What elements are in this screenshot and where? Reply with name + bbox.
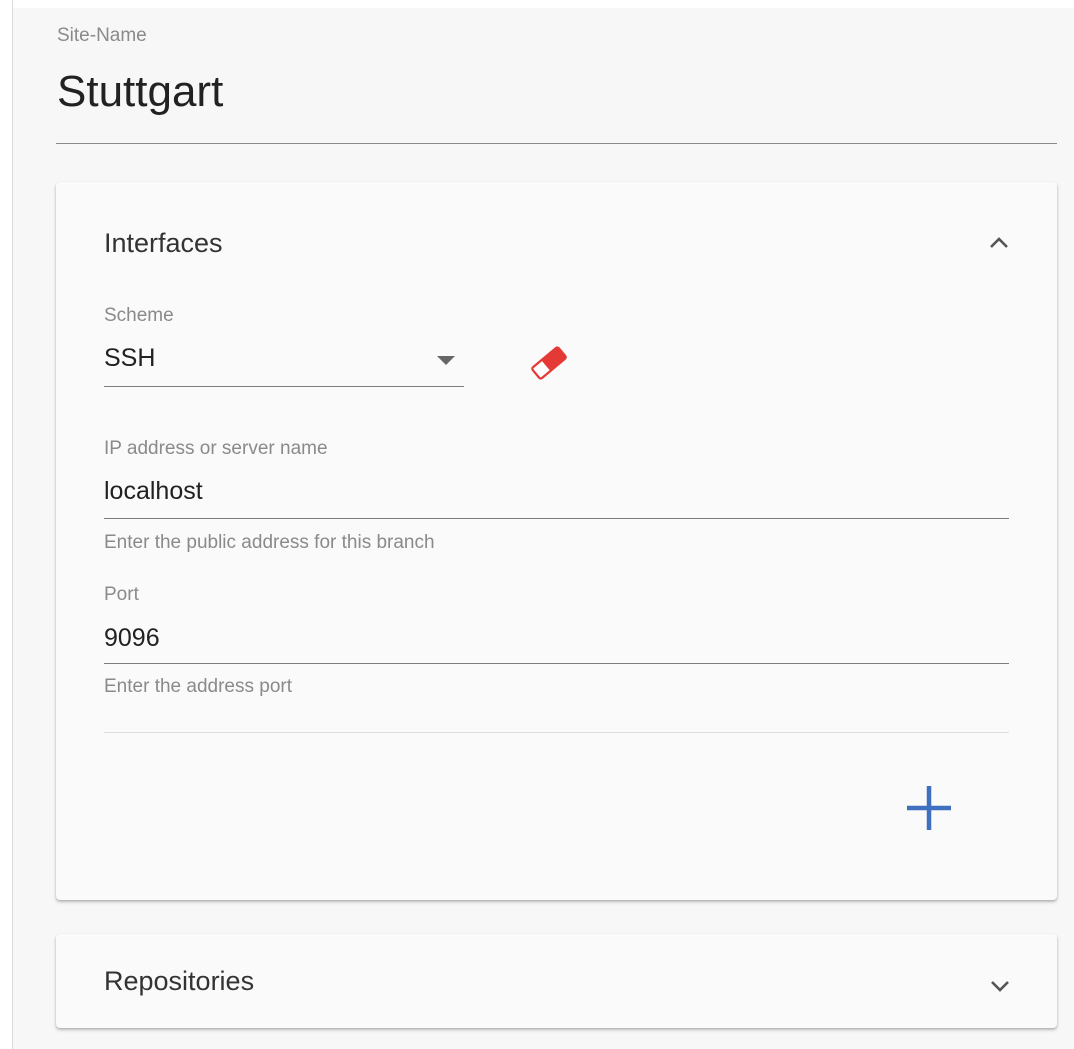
scheme-label: Scheme	[104, 305, 174, 326]
port-input[interactable]	[104, 622, 1009, 654]
scheme-selected-value: SSH	[104, 344, 156, 372]
port-label: Port	[104, 584, 139, 605]
site-name-label: Site-Name	[57, 25, 147, 46]
site-name-underline	[56, 143, 1057, 144]
site-editor-page: Site-Name Interfaces Scheme SSH	[0, 0, 1074, 1049]
repositories-panel-title[interactable]: Repositories	[104, 966, 254, 996]
clear-interface-button[interactable]	[524, 338, 574, 388]
address-input[interactable]	[104, 475, 1009, 507]
repositories-expand-button[interactable]	[984, 970, 1016, 1002]
port-hint: Enter the address port	[104, 676, 292, 697]
left-rail	[0, 0, 13, 1049]
address-label: IP address or server name	[104, 438, 328, 459]
site-form: Site-Name Interfaces Scheme SSH	[13, 8, 1074, 1049]
chevron-up-icon	[990, 237, 1008, 248]
repositories-panel[interactable]: Repositories	[56, 934, 1057, 1028]
interfaces-panel-title[interactable]: Interfaces	[104, 228, 223, 258]
site-name-input[interactable]	[57, 66, 1007, 118]
chevron-down-icon	[991, 981, 1009, 992]
add-interface-button[interactable]	[901, 780, 957, 836]
scheme-underline	[104, 386, 464, 387]
address-underline	[104, 518, 1009, 519]
eraser-icon	[531, 346, 567, 380]
interfaces-collapse-button[interactable]	[983, 226, 1015, 258]
port-underline	[104, 663, 1009, 664]
caret-down-icon	[437, 356, 455, 365]
scheme-select[interactable]: SSH	[104, 342, 464, 386]
interfaces-divider	[104, 732, 1009, 733]
address-hint: Enter the public address for this branch	[104, 532, 435, 553]
interfaces-panel: Interfaces Scheme SSH IP address or serv…	[56, 182, 1057, 900]
plus-icon	[907, 786, 951, 830]
